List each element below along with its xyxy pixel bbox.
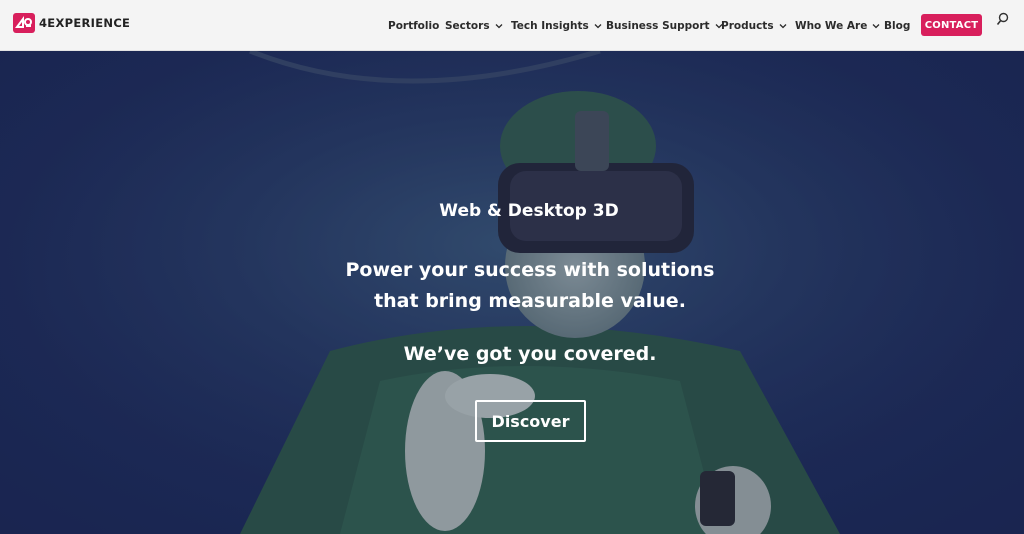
hero-section: Web & Desktop 3D Power your success with… xyxy=(0,51,1024,534)
site-header: 4EXPERIENCE Portfolio Sectors Tech Insig… xyxy=(0,0,1024,51)
discover-button[interactable]: Discover xyxy=(475,400,586,442)
chevron-down-icon xyxy=(495,22,503,30)
hero-headline: Power your success with solutions that b… xyxy=(0,255,1024,317)
contact-button[interactable]: CONTACT xyxy=(921,14,982,36)
nav-item-label: Blog xyxy=(884,20,911,32)
chevron-down-icon xyxy=(872,22,880,30)
nav-item-blog[interactable]: Blog xyxy=(884,17,910,35)
nav-item-tech-insights[interactable]: Tech Insights xyxy=(511,17,602,35)
nav-item-business-support[interactable]: Business Support xyxy=(606,17,723,35)
nav-item-label: Products xyxy=(721,20,774,32)
hero-content: Web & Desktop 3D Power your success with… xyxy=(0,51,1024,534)
chevron-down-icon xyxy=(779,22,787,30)
nav-item-label: Sectors xyxy=(445,20,490,32)
nav-item-label: Who We Are xyxy=(795,20,868,32)
nav-item-label: Tech Insights xyxy=(511,20,589,32)
nav-item-products[interactable]: Products xyxy=(721,17,787,35)
search-icon[interactable] xyxy=(996,12,1010,28)
nav-item-who-we-are[interactable]: Who We Are xyxy=(795,17,880,35)
hero-headline-line-2: that bring measurable value. xyxy=(374,290,686,312)
nav-item-label: Business Support xyxy=(606,20,710,32)
main-nav: Portfolio Sectors Tech Insights Business… xyxy=(0,0,1024,51)
hero-tagline: Web & Desktop 3D xyxy=(439,201,619,221)
nav-item-portfolio[interactable]: Portfolio xyxy=(388,17,439,35)
hero-subline: We’ve got you covered. xyxy=(403,343,657,365)
hero-headline-line-1: Power your success with solutions xyxy=(345,259,715,281)
nav-item-sectors[interactable]: Sectors xyxy=(445,17,503,35)
chevron-down-icon xyxy=(594,22,602,30)
nav-item-label: Portfolio xyxy=(388,20,440,32)
